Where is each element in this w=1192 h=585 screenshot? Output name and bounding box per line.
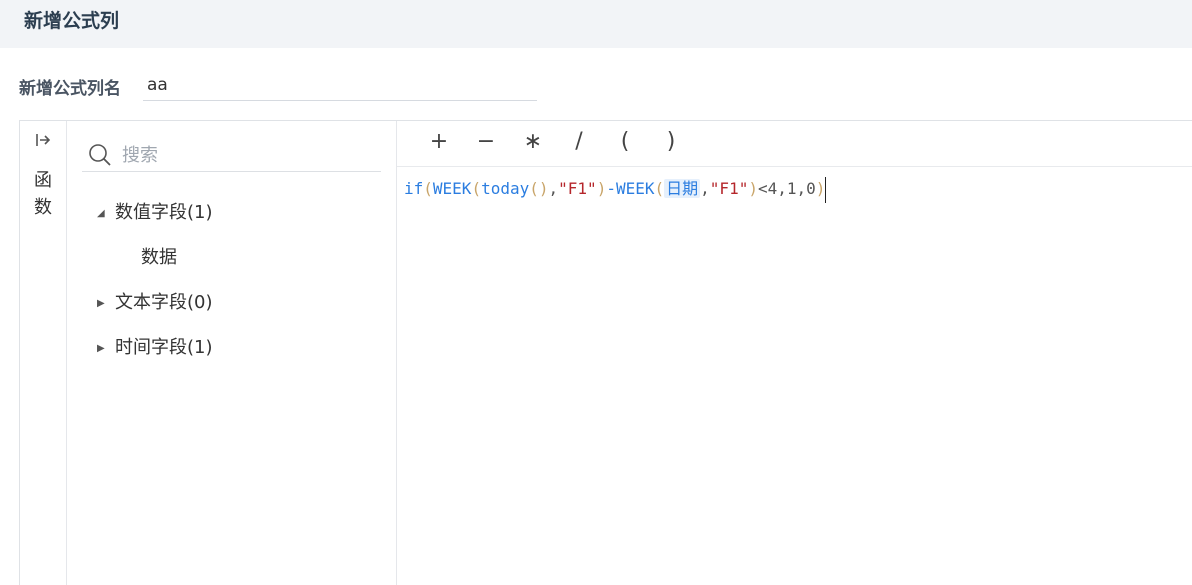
plus-operator-button[interactable]: + — [426, 129, 452, 154]
function-panel-toggle[interactable]: 函 数 — [20, 121, 67, 585]
field-search-box[interactable]: 搜索 — [82, 139, 381, 172]
formula-string: "F1" — [558, 179, 597, 198]
formula-paren: ( — [654, 179, 665, 198]
page-title: 新增公式列 — [24, 10, 120, 32]
field-list-panel: 搜索 ◢ 数值字段(1) 数据 ▶ 文本字段(0) ▶ 时间字段(1) — [67, 121, 397, 585]
function-panel-label[interactable]: 函 数 — [32, 167, 54, 221]
formula-editor-panel: 函 数 搜索 ◢ 数值字段(1) 数据 ▶ 文本字段(0) ▶ 时间字段(1) + −… — [19, 120, 1192, 585]
formula-function: today — [481, 179, 530, 198]
divide-operator-button[interactable]: / — [566, 129, 592, 154]
tree-group-text[interactable]: ▶ 文本字段(0) — [97, 288, 213, 314]
right-paren-button[interactable]: ) — [658, 129, 684, 154]
formula-paren: ) — [748, 179, 758, 198]
tree-group-time[interactable]: ▶ 时间字段(1) — [97, 333, 213, 359]
column-name-row: 新增公式列名 — [0, 66, 1192, 106]
dialog-header: 新增公式列 — [0, 0, 1192, 48]
formula-function: WEEK — [615, 179, 655, 198]
minus-operator-button[interactable]: − — [473, 129, 499, 154]
caret-right-icon[interactable]: ▶ — [97, 298, 111, 309]
formula-editor[interactable]: + − ∗ / ( ) if(WEEK(today(),"F1")-WEEK(日… — [397, 121, 1192, 585]
caret-right-icon[interactable]: ▶ — [97, 343, 111, 354]
formula-string: "F1" — [709, 179, 749, 198]
tree-group-label: 文本字段(0) — [115, 292, 213, 313]
search-input[interactable]: 搜索 — [122, 141, 158, 167]
tree-group-label: 时间字段(1) — [115, 337, 213, 358]
formula-function: WEEK — [432, 179, 472, 198]
left-paren-button[interactable]: ( — [612, 129, 638, 154]
formula-separator: , — [548, 179, 559, 198]
formula-paren: ( — [471, 179, 482, 198]
formula-paren: () — [529, 179, 549, 198]
tree-field-item[interactable]: 数据 — [141, 243, 177, 269]
formula-text[interactable]: if(WEEK(today(),"F1")-WEEK(日期 ,"F1")<4,1,… — [404, 175, 827, 203]
formula-function: if — [404, 179, 424, 198]
caret-down-icon[interactable]: ◢ — [97, 208, 111, 219]
search-icon — [88, 143, 112, 167]
tree-field-label: 数据 — [141, 247, 177, 268]
expand-arrow-icon[interactable] — [34, 133, 52, 151]
formula-paren: ) — [596, 179, 607, 198]
formula-paren: ( — [423, 179, 433, 198]
function-label-char-2: 数 — [34, 197, 52, 218]
formula-paren: ) — [815, 179, 826, 198]
multiply-operator-button[interactable]: ∗ — [520, 129, 546, 154]
tree-group-numeric[interactable]: ◢ 数值字段(1) — [97, 198, 213, 224]
formula-separator: , — [700, 179, 710, 198]
tree-group-label: 数值字段(1) — [115, 202, 213, 223]
formula-literal: <4,1,0 — [757, 179, 816, 198]
function-label-char-1: 函 — [34, 170, 52, 191]
column-name-input[interactable] — [143, 70, 537, 101]
formula-operator: - — [606, 179, 616, 198]
operator-toolbar: + − ∗ / ( ) — [397, 121, 1192, 167]
column-name-label: 新增公式列名 — [19, 79, 121, 99]
text-cursor — [825, 176, 827, 203]
formula-field-token[interactable]: 日期 — [664, 179, 701, 198]
